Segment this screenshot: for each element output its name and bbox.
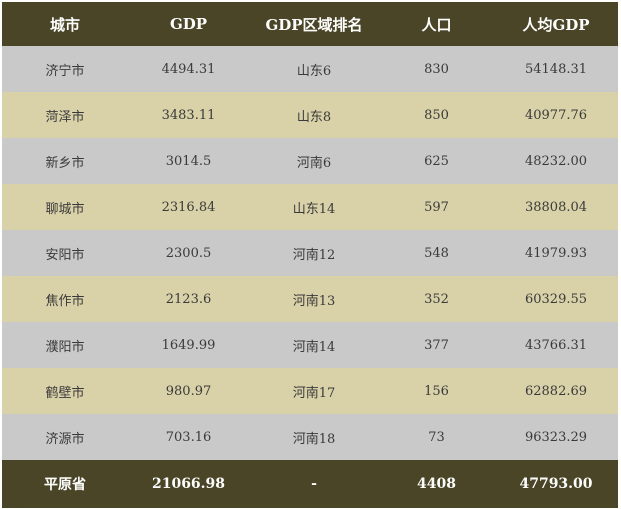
table-row: 济源市 703.16 河南18 73 96323.29: [2, 414, 618, 460]
cell-gdp-rank: 河南17: [292, 385, 336, 401]
total-population: 4408: [417, 476, 456, 492]
cell-city: 安阳市: [45, 247, 85, 263]
gdp-table: 城市 GDP GDP区域排名 人口 人均GDP 济宁市 4494.31 山东6 830…: [2, 2, 618, 508]
cell-gdp-rank: 河南14: [292, 339, 336, 355]
cell-gdp-rank: 河南12: [292, 247, 336, 263]
total-rank: -: [311, 476, 317, 492]
cell-gdp-per-capita: 40977.76: [524, 107, 588, 123]
cell-gdp-per-capita: 43766.31: [524, 337, 588, 353]
cell-gdp: 2300.5: [165, 245, 212, 261]
total-gdp: 21066.98: [151, 476, 226, 492]
cell-gdp-per-capita: 41979.93: [524, 245, 588, 261]
cell-city: 济源市: [45, 431, 85, 447]
header-gdp-per-capita: 人均GDP: [522, 15, 590, 34]
table-row: 安阳市 2300.5 河南12 548 41979.93: [2, 230, 618, 276]
cell-population: 548: [424, 245, 449, 261]
cell-gdp: 980.97: [165, 383, 212, 399]
cell-gdp: 1649.99: [161, 337, 216, 353]
table-row: 菏泽市 3483.11 山东8 850 40977.76: [2, 92, 618, 138]
table-row: 焦作市 2123.6 河南13 352 60329.55: [2, 276, 618, 322]
cell-gdp: 3483.11: [161, 107, 216, 123]
cell-population: 625: [424, 153, 449, 169]
cell-city: 鹤壁市: [45, 385, 85, 401]
cell-gdp-rank: 河南13: [292, 293, 336, 309]
cell-population: 377: [424, 337, 449, 353]
table-row: 新乡市 3014.5 河南6 625 48232.00: [2, 138, 618, 184]
table-row: 济宁市 4494.31 山东6 830 54148.31: [2, 46, 618, 92]
header-gdp-rank: GDP区域排名: [265, 15, 363, 34]
cell-gdp-per-capita: 60329.55: [524, 291, 588, 307]
cell-population: 597: [424, 199, 449, 215]
cell-gdp: 3014.5: [165, 153, 212, 169]
cell-population: 352: [424, 291, 449, 307]
cell-city: 濮阳市: [45, 339, 85, 355]
cell-gdp-per-capita: 48232.00: [524, 153, 588, 169]
cell-population: 73: [428, 429, 445, 445]
cell-gdp: 4494.31: [161, 61, 216, 77]
header-population: 人口: [421, 15, 452, 34]
cell-gdp: 703.16: [165, 429, 212, 445]
cell-city: 焦作市: [45, 293, 85, 309]
cell-gdp: 2123.6: [165, 291, 212, 307]
table-row: 鹤壁市 980.97 河南17 156 62882.69: [2, 368, 618, 414]
table-row: 濮阳市 1649.99 河南14 377 43766.31: [2, 322, 618, 368]
cell-gdp-per-capita: 38808.04: [524, 199, 588, 215]
table-header-row: 城市 GDP GDP区域排名 人口 人均GDP: [2, 2, 618, 46]
cell-gdp-rank: 河南6: [296, 155, 332, 171]
cell-population: 850: [424, 107, 449, 123]
total-gdp-per-capita: 47793.00: [519, 476, 593, 492]
cell-gdp-rank: 河南18: [292, 431, 336, 447]
total-name: 平原省: [44, 477, 86, 493]
table-row: 聊城市 2316.84 山东14 597 38808.04: [2, 184, 618, 230]
table-total-row: 平原省 21066.98 - 4408 47793.00: [2, 460, 618, 508]
cell-population: 156: [424, 383, 449, 399]
cell-gdp: 2316.84: [161, 199, 216, 215]
cell-population: 830: [424, 61, 449, 77]
cell-city: 菏泽市: [45, 109, 85, 125]
header-city: 城市: [49, 15, 80, 34]
cell-gdp-rank: 山东14: [292, 201, 336, 217]
cell-city: 聊城市: [45, 201, 85, 217]
gdp-table-container: 城市 GDP GDP区域排名 人口 人均GDP 济宁市 4494.31 山东6 830…: [2, 2, 618, 508]
cell-gdp-rank: 山东6: [296, 63, 332, 79]
cell-gdp-per-capita: 62882.69: [524, 383, 588, 399]
cell-city: 新乡市: [45, 155, 85, 171]
header-gdp: GDP: [169, 15, 208, 33]
cell-city: 济宁市: [45, 63, 85, 79]
cell-gdp-rank: 山东8: [296, 109, 332, 125]
cell-gdp-per-capita: 54148.31: [524, 61, 588, 77]
cell-gdp-per-capita: 96323.29: [524, 429, 588, 445]
